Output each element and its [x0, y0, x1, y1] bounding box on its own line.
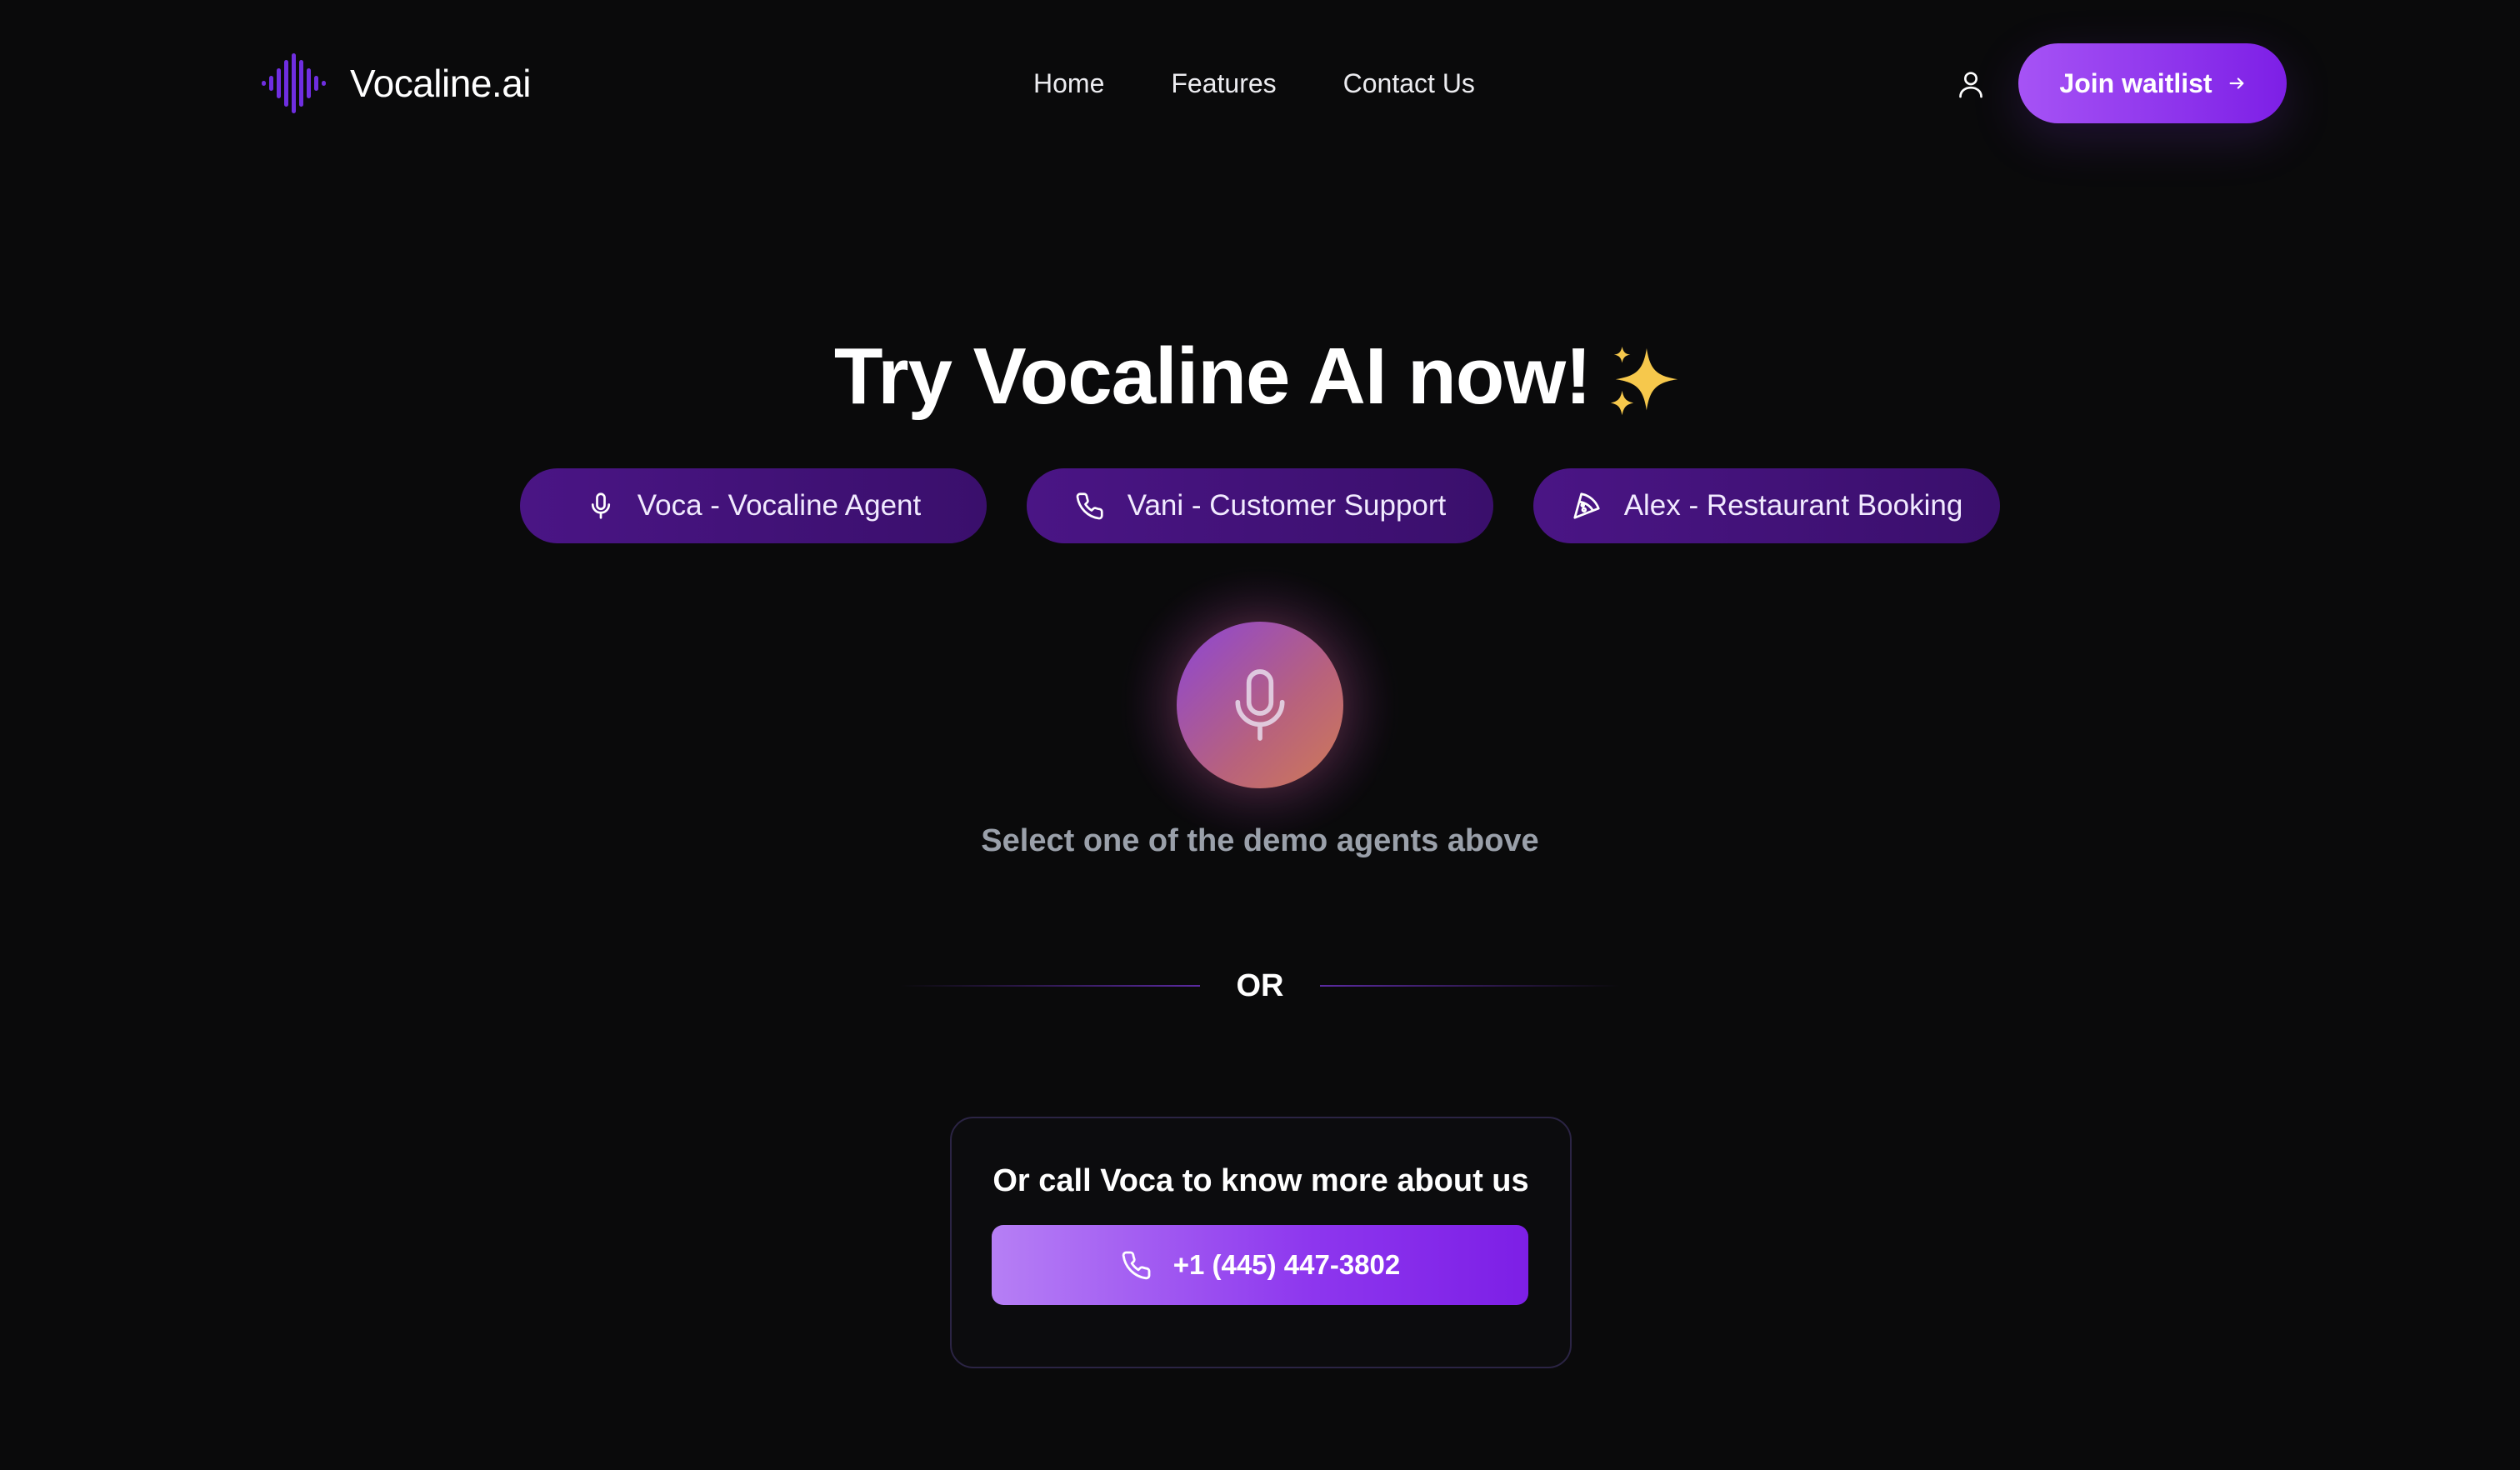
- microphone-icon: [1235, 669, 1285, 741]
- nav-links: Home Features Contact Us: [1033, 65, 1475, 102]
- pizza-slice-icon: [1573, 492, 1600, 519]
- agent-voca-label: Voca - Vocaline Agent: [637, 489, 922, 522]
- nav-link-features[interactable]: Features: [1171, 65, 1276, 102]
- join-waitlist-label: Join waitlist: [2059, 68, 2212, 98]
- join-waitlist-button[interactable]: Join waitlist: [2018, 43, 2287, 123]
- hero-title-text: Try Vocaline AI now!: [833, 332, 1592, 421]
- call-phone-button[interactable]: +1 (445) 447-3802: [992, 1225, 1528, 1305]
- or-divider: OR: [900, 965, 1620, 1007]
- agent-vani-label: Vani - Customer Support: [1127, 489, 1447, 522]
- hero-title: Try Vocaline AI now!: [0, 327, 2520, 427]
- brand[interactable]: Vocaline.ai: [260, 48, 532, 118]
- microphone-button[interactable]: [1177, 622, 1343, 788]
- phone-icon: [1076, 492, 1103, 520]
- demo-hint: Select one of the demo agents above: [981, 823, 1539, 858]
- call-card: Or call Voca to know more about us +1 (4…: [950, 1117, 1572, 1368]
- brand-name: Vocaline.ai: [350, 62, 532, 105]
- voice-orb: [1118, 563, 1402, 847]
- agent-vani-button[interactable]: Vani - Customer Support: [1027, 468, 1493, 543]
- call-card-title: Or call Voca to know more about us: [992, 1163, 1529, 1198]
- agent-voca-button[interactable]: Voca - Vocaline Agent: [520, 468, 987, 543]
- top-navigation: Vocaline.ai Home Features Contact Us Joi…: [0, 0, 2520, 167]
- agent-alex-label: Alex - Restaurant Booking: [1623, 489, 1963, 522]
- divider-line-right: [1320, 985, 1620, 987]
- phone-icon: [1122, 1251, 1151, 1280]
- nav-link-contact-us[interactable]: Contact Us: [1343, 65, 1475, 102]
- phone-number: +1 (445) 447-3802: [1172, 1249, 1401, 1280]
- page: Vocaline.ai Home Features Contact Us Joi…: [0, 0, 2520, 1470]
- arrow-right-icon: [2229, 78, 2243, 89]
- microphone-icon: [591, 492, 610, 519]
- waveform-icon: [262, 53, 326, 113]
- user-icon[interactable]: [1952, 65, 1990, 103]
- agent-selector: Voca - Vocaline Agent Vani - Customer Su…: [0, 468, 2520, 543]
- nav-link-home[interactable]: Home: [1033, 65, 1104, 102]
- agent-alex-button[interactable]: Alex - Restaurant Booking: [1533, 468, 2000, 543]
- sparkles-icon: [1610, 346, 1678, 415]
